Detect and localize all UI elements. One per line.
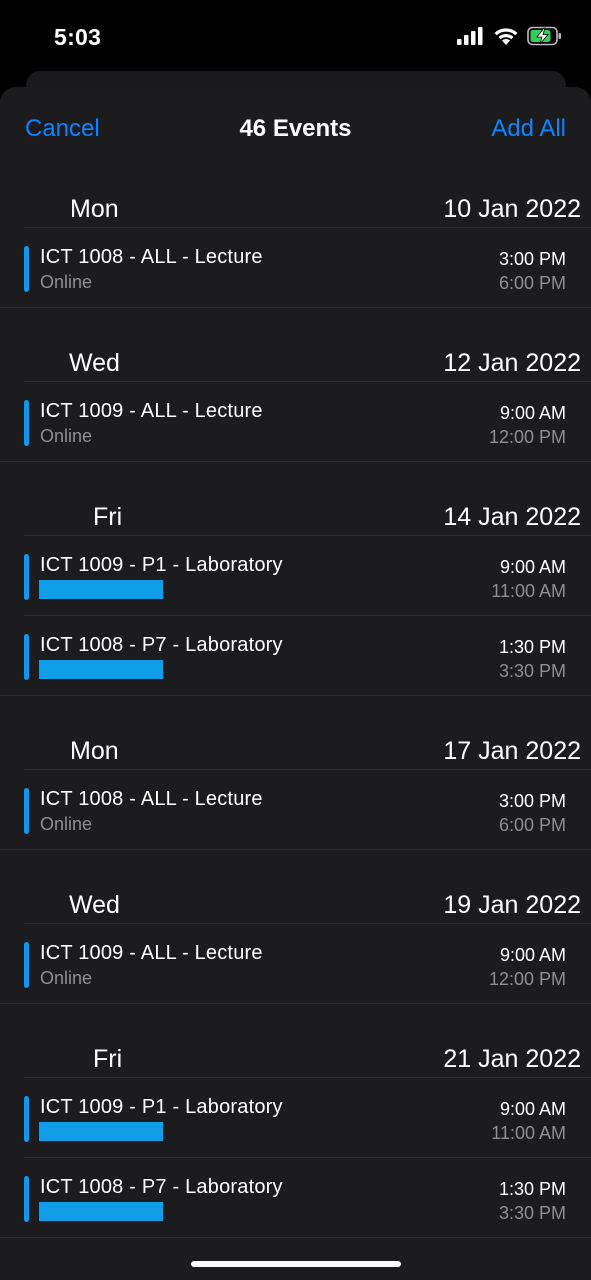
event-row[interactable]: ICT 1008 - P7 - Laboratory 1:30 PM 3:30 PM: [24, 616, 591, 695]
event-title: ICT 1009 - P1 - Laboratory: [40, 1096, 283, 1118]
event-row[interactable]: ICT 1008 - P7 - Laboratory 1:30 PM 3:30 PM: [24, 1158, 591, 1237]
calendar-color-bar: [24, 634, 29, 680]
redacted-location: [39, 660, 163, 679]
day-name: Mon: [70, 195, 119, 223]
day-name: Fri: [93, 503, 123, 531]
event-end-time: 3:30 PM: [498, 1203, 566, 1223]
day-date: 17 Jan 2022: [443, 737, 581, 765]
calendar-color-bar: [24, 942, 29, 988]
event-title: ICT 1008 - ALL - Lecture: [40, 246, 263, 268]
event-title: ICT 1009 - ALL - Lecture: [40, 942, 263, 964]
day-group: Wed 12 Jan 2022 ICT 1009 - ALL - Lecture On…: [0, 307, 591, 461]
day-header: Mon 17 Jan 2022: [24, 733, 591, 770]
event-location: Online: [40, 426, 93, 446]
day-gap: [0, 850, 591, 887]
event-location: Online: [40, 814, 93, 834]
event-title: ICT 1008 - P7 - Laboratory: [40, 634, 283, 656]
day-gap: [0, 1004, 591, 1041]
day-gap: [0, 1238, 591, 1275]
events-list: Mon 10 Jan 2022 ICT 1008 - ALL - Lecture On…: [0, 195, 591, 1280]
event-start-time: 3:00 PM: [498, 249, 566, 269]
day-name: Wed: [69, 891, 120, 919]
event-start-time: 1:30 PM: [498, 637, 566, 657]
day-gap: [0, 696, 591, 733]
event-row[interactable]: ICT 1008 - ALL - Lecture Online 3:00 PM 6:0…: [24, 770, 591, 849]
day-date: 19 Jan 2022: [443, 891, 581, 919]
day-gap: [0, 308, 591, 345]
event-row[interactable]: ICT 1008 - ALL - Lecture Online 3:00 PM 6:0…: [24, 228, 591, 307]
day-date: 14 Jan 2022: [443, 503, 581, 531]
day-header: Wed 19 Jan 2022: [24, 887, 591, 924]
event-location: Online: [40, 968, 93, 988]
calendar-color-bar: [24, 554, 29, 600]
event-location: Online: [40, 272, 93, 292]
status-icons: [457, 26, 563, 46]
event-start-time: 9:00 AM: [499, 403, 566, 423]
event-start-time: 9:00 AM: [499, 1099, 566, 1119]
home-indicator: [191, 1261, 401, 1267]
status-bar: 5:03: [0, 0, 591, 72]
events-sheet: Cancel 46 Events Add All Mon 10 Jan 2022 I…: [0, 87, 591, 1280]
navigation-bar: Cancel 46 Events Add All: [0, 87, 591, 171]
event-row[interactable]: ICT 1009 - P1 - Laboratory 9:00 AM 11:00 A…: [24, 1078, 591, 1158]
add-all-button[interactable]: Add All: [491, 115, 566, 143]
day-group: Mon 10 Jan 2022 ICT 1008 - ALL - Lecture On…: [0, 191, 591, 307]
calendar-color-bar: [24, 1176, 29, 1222]
day-group: Mon 17 Jan 2022 ICT 1008 - ALL - Lecture On…: [0, 695, 591, 849]
event-end-time: 11:00 AM: [491, 581, 566, 601]
event-end-time: 12:00 PM: [488, 427, 566, 447]
redacted-location: [39, 1122, 163, 1141]
day-gap: [0, 462, 591, 499]
event-title: ICT 1008 - P7 - Laboratory: [40, 1176, 283, 1198]
redacted-location: [39, 580, 163, 599]
battery-charging-icon: [527, 26, 561, 46]
calendar-color-bar: [24, 400, 29, 446]
day-date: 10 Jan 2022: [443, 195, 581, 223]
day-name: Wed: [69, 349, 120, 377]
event-title: ICT 1008 - ALL - Lecture: [40, 788, 263, 810]
event-end-time: 6:00 PM: [498, 273, 566, 293]
day-group: Fri 14 Jan 2022 ICT 1009 - P1 - Laboratory…: [0, 461, 591, 695]
day-header: Mon24 Jan 2022: [24, 1275, 591, 1280]
calendar-color-bar: [24, 246, 29, 292]
event-end-time: 3:30 PM: [498, 661, 566, 681]
day-date: 21 Jan 2022: [443, 1045, 581, 1073]
day-header: Fri 14 Jan 2022: [24, 499, 591, 536]
day-header: Mon 10 Jan 2022: [24, 191, 591, 228]
redacted-location: [39, 1202, 163, 1221]
event-row[interactable]: ICT 1009 - P1 - Laboratory 9:00 AM 11:00 A…: [24, 536, 591, 616]
calendar-color-bar: [24, 1096, 29, 1142]
event-end-time: 12:00 PM: [488, 969, 566, 989]
day-name: Fri: [93, 1045, 123, 1073]
cellular-signal-icon: [457, 27, 483, 45]
day-name: Mon: [70, 737, 119, 765]
event-row[interactable]: ICT 1009 - ALL - Lecture Online 9:00 AM 12:…: [24, 924, 591, 1003]
status-time: 5:03: [54, 24, 102, 50]
event-start-time: 3:00 PM: [498, 791, 566, 811]
event-end-time: 6:00 PM: [498, 815, 566, 835]
calendar-color-bar: [24, 788, 29, 834]
event-start-time: 9:00 AM: [499, 945, 566, 965]
day-group: Mon24 Jan 2022: [0, 1237, 591, 1280]
event-title: ICT 1009 - P1 - Laboratory: [40, 554, 283, 576]
event-end-time: 11:00 AM: [491, 1123, 566, 1143]
day-group: Fri 21 Jan 2022 ICT 1009 - P1 - Laboratory…: [0, 1003, 591, 1237]
day-group: Wed 19 Jan 2022 ICT 1009 - ALL - Lecture On…: [0, 849, 591, 1003]
day-header: Wed 12 Jan 2022: [24, 345, 591, 382]
day-header: Fri 21 Jan 2022: [24, 1041, 591, 1078]
day-date: 12 Jan 2022: [443, 349, 581, 377]
event-start-time: 1:30 PM: [498, 1179, 566, 1199]
event-row[interactable]: ICT 1009 - ALL - Lecture Online 9:00 AM 12:…: [24, 382, 591, 461]
wifi-icon: [494, 27, 518, 45]
event-title: ICT 1009 - ALL - Lecture: [40, 400, 263, 422]
event-start-time: 9:00 AM: [499, 557, 566, 577]
